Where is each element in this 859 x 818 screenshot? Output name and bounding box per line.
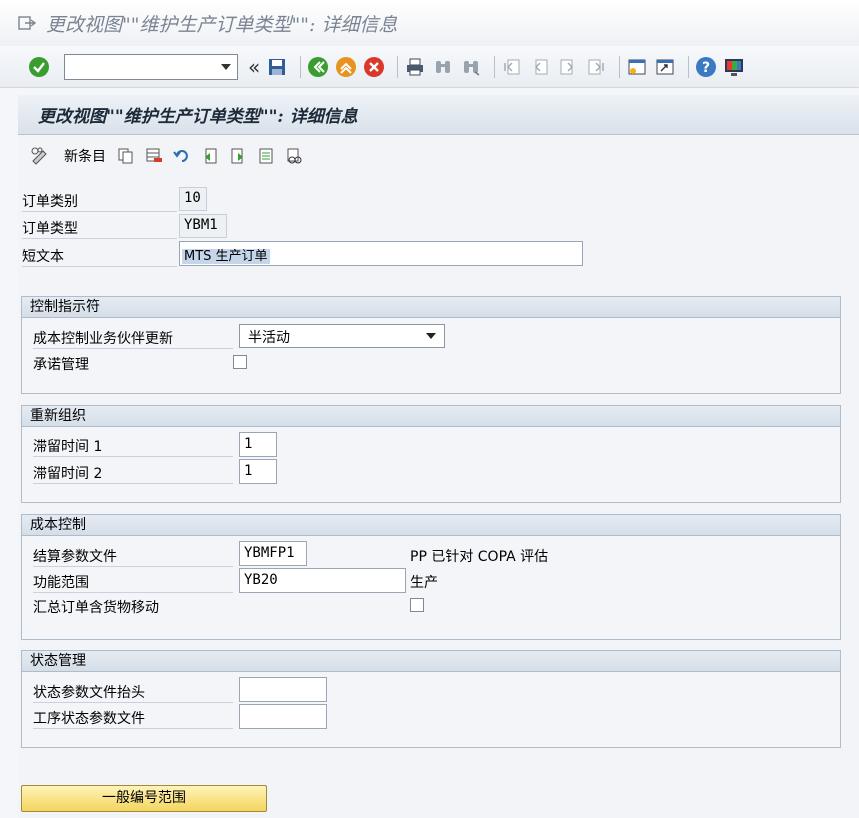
reorganization-title: 重新组织: [22, 406, 840, 427]
control-indicators-group: 控制指示符 成本控制业务伙伴更新 半活动 承诺管理: [21, 296, 841, 394]
svg-text:?: ?: [702, 60, 710, 76]
label-underline: [33, 566, 233, 567]
collective-order-checkbox[interactable]: [410, 598, 424, 612]
layout-menu-icon[interactable]: [723, 56, 745, 78]
help-icon[interactable]: ?: [695, 56, 717, 78]
status-management-group: 状态管理 状态参数文件抬头 工序状态参数文件: [21, 650, 841, 748]
exit-icon[interactable]: [335, 56, 357, 78]
order-type-label: 订单类型: [22, 221, 78, 237]
window-titlebar: 更改视图""维护生产订单类型"": 详细信息: [0, 0, 859, 46]
label-underline: [33, 348, 233, 349]
residence-time-1-label: 滞留时间 1: [33, 439, 103, 455]
next-entry-icon[interactable]: [228, 146, 248, 166]
display-change-icon[interactable]: [30, 146, 50, 166]
functional-area-description: 生产: [410, 575, 438, 591]
order-category-field: 10: [179, 187, 207, 211]
residence-time-2-input[interactable]: 1: [239, 459, 277, 484]
command-dropdown-arrow-icon[interactable]: [221, 63, 231, 70]
toolbar-separator: [494, 55, 496, 78]
save-icon[interactable]: [266, 56, 288, 78]
collective-order-label: 汇总订单含货物移动: [33, 600, 159, 616]
exit-screen-icon[interactable]: [18, 15, 36, 31]
cost-control-group: 成本控制 结算参数文件 YBMFP1 PP 已针对 COPA 评估 功能范围 Y…: [21, 514, 841, 640]
previous-page-icon[interactable]: [529, 56, 551, 78]
screen-area: 更改视图""维护生产订单类型"": 详细信息 新条目 订单类别 10 订单类型 …: [18, 95, 859, 818]
where-used-icon[interactable]: [284, 146, 304, 166]
settlement-profile-input[interactable]: YBMFP1: [239, 541, 307, 566]
copy-as-icon[interactable]: [116, 146, 136, 166]
enter-checkmark-icon[interactable]: [28, 56, 50, 78]
toolbar-separator: [688, 55, 690, 78]
application-toolbar: 新条目: [18, 137, 859, 175]
back-icon[interactable]: [307, 56, 329, 78]
delete-icon[interactable]: [144, 146, 164, 166]
settlement-profile-description: PP 已针对 COPA 评估: [410, 549, 549, 565]
select-all-icon[interactable]: [256, 146, 276, 166]
label-underline: [33, 728, 233, 729]
cost-control-label: 成本控制业务伙伴更新: [33, 331, 173, 347]
status-management-title: 状态管理: [22, 651, 840, 672]
residence-time-1-input[interactable]: 1: [239, 432, 277, 457]
label-underline: [33, 483, 233, 484]
reorganization-group: 重新组织 滞留时间 1 1 滞留时间 2 1: [21, 405, 841, 503]
chevron-down-icon[interactable]: [426, 333, 436, 339]
commitment-checkbox[interactable]: [233, 355, 247, 369]
new-entries-button[interactable]: 新条目: [64, 146, 106, 166]
collapse-chevron-icon[interactable]: «: [248, 55, 260, 79]
status-header-profile-label: 状态参数文件抬头: [33, 685, 145, 701]
print-icon[interactable]: [404, 56, 426, 78]
general-number-range-button[interactable]: 一般编号范围: [21, 785, 267, 812]
cost-control-value: 半活动: [248, 330, 290, 346]
short-text-input[interactable]: MTS 生产订单: [179, 241, 583, 266]
create-session-icon[interactable]: [626, 56, 648, 78]
toolbar-separator: [397, 55, 399, 78]
cancel-icon[interactable]: [363, 56, 385, 78]
label-underline: [33, 456, 233, 457]
label-underline: [22, 266, 177, 267]
shortcut-icon[interactable]: [654, 56, 676, 78]
undo-change-icon[interactable]: [172, 146, 192, 166]
screen-title: 更改视图""维护生产订单类型"": 详细信息: [38, 107, 358, 127]
toolbar-separator: [300, 55, 302, 78]
cost-control-title: 成本控制: [22, 515, 840, 536]
command-field[interactable]: [64, 53, 238, 80]
standard-toolbar: « ?: [0, 46, 859, 88]
operation-status-profile-label: 工序状态参数文件: [33, 711, 145, 727]
cost-control-dropdown[interactable]: 半活动: [239, 324, 445, 348]
residence-time-2-label: 滞留时间 2: [33, 466, 103, 482]
label-underline: [22, 211, 177, 212]
first-page-icon[interactable]: [501, 56, 523, 78]
status-header-profile-input[interactable]: [239, 677, 327, 702]
commitment-label: 承诺管理: [33, 357, 89, 373]
find-icon[interactable]: [432, 56, 454, 78]
short-text-value: MTS 生产订单: [182, 249, 270, 264]
operation-status-profile-input[interactable]: [239, 704, 327, 729]
functional-area-input[interactable]: YB20: [239, 568, 406, 593]
control-indicators-title: 控制指示符: [22, 297, 840, 318]
find-next-icon[interactable]: [460, 56, 482, 78]
label-underline: [33, 702, 233, 703]
label-underline: [22, 238, 177, 239]
short-text-label: 短文本: [22, 249, 64, 265]
screen-title-bar: 更改视图""维护生产订单类型"": 详细信息: [18, 95, 859, 135]
previous-entry-icon[interactable]: [200, 146, 220, 166]
window-title: 更改视图""维护生产订单类型"": 详细信息: [46, 13, 398, 36]
command-input[interactable]: [65, 54, 215, 79]
settlement-profile-label: 结算参数文件: [33, 549, 117, 565]
next-page-icon[interactable]: [557, 56, 579, 78]
order-type-field: YBM1: [179, 214, 227, 238]
order-category-label: 订单类别: [22, 194, 78, 210]
toolbar-separator: [619, 55, 621, 78]
label-underline: [33, 592, 233, 593]
last-page-icon[interactable]: [585, 56, 607, 78]
functional-area-label: 功能范围: [33, 575, 89, 591]
